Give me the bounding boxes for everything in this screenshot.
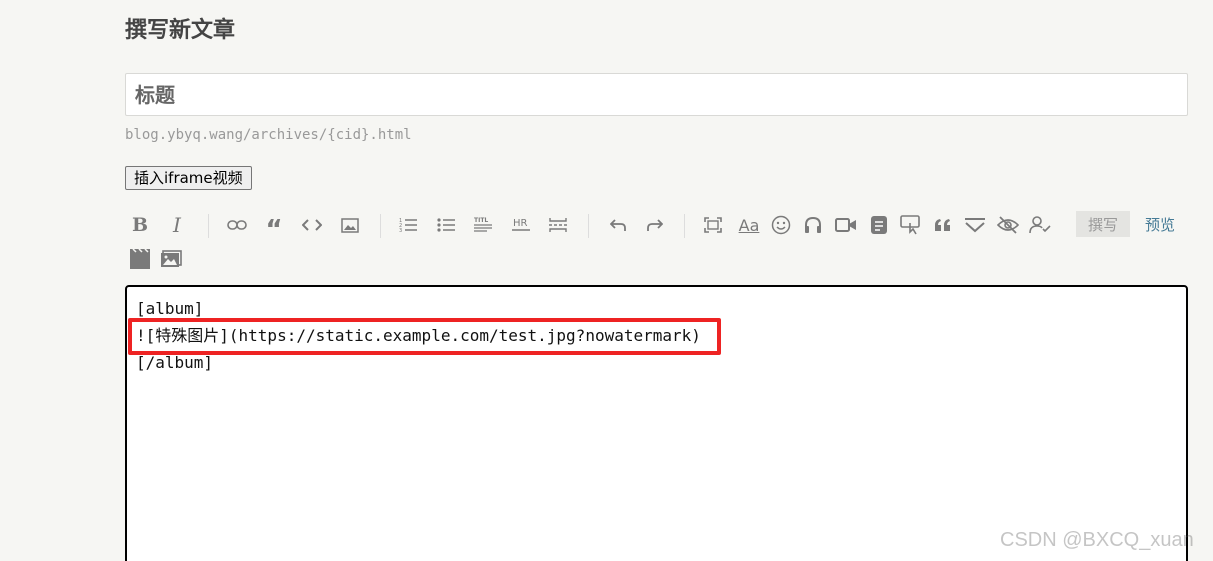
gallery-icon[interactable] — [156, 244, 186, 274]
editor-line: [/album] — [136, 353, 214, 372]
toolbar-separator — [684, 214, 685, 238]
editor-toolbar: B I “ 123 TITL HR Aa 撰写 预览 — [125, 208, 1195, 245]
redo-icon[interactable] — [640, 208, 670, 242]
editor-line: ![特殊图片](https://static.example.com/test.… — [136, 326, 701, 345]
video-icon[interactable] — [831, 208, 861, 242]
more-icon[interactable] — [543, 208, 573, 242]
svg-text:3: 3 — [399, 228, 402, 233]
svg-text:HR: HR — [513, 218, 528, 229]
title-icon[interactable]: TITL — [468, 208, 498, 242]
slug-hint: blog.ybyq.wang/archives/{cid}.html — [125, 127, 412, 143]
watermark: CSDN @BXCQ_xuan — [1000, 529, 1194, 551]
toolbar-separator — [208, 214, 209, 238]
page-title: 撰写新文章 — [125, 18, 236, 43]
hide-icon[interactable] — [993, 208, 1023, 242]
link-icon[interactable] — [222, 208, 252, 242]
bold-icon[interactable]: B — [125, 208, 155, 242]
note-icon[interactable] — [864, 208, 894, 242]
tab-write[interactable]: 撰写 — [1076, 211, 1130, 237]
editor-page: 撰写新文章 blog.ybyq.wang/archives/{cid}.html… — [0, 0, 1213, 561]
insert-iframe-video-button[interactable]: 插入iframe视频 — [125, 166, 252, 190]
title-input[interactable] — [125, 73, 1188, 116]
hr-icon[interactable]: HR — [506, 208, 536, 242]
reply-visible-icon[interactable] — [1025, 208, 1055, 242]
tooltip-icon[interactable] — [896, 208, 926, 242]
album-icon[interactable] — [125, 244, 155, 274]
quote-icon[interactable]: “ — [259, 208, 289, 245]
blockquote-icon[interactable] — [928, 208, 958, 242]
ordered-list-icon[interactable]: 123 — [393, 208, 423, 242]
italic-icon[interactable]: I — [162, 208, 192, 242]
collapse-icon[interactable] — [960, 208, 990, 242]
toolbar-separator — [380, 214, 381, 238]
text-style-icon[interactable]: Aa — [734, 208, 764, 242]
markdown-editor[interactable]: [album] ![特殊图片](https://static.example.c… — [125, 285, 1188, 561]
editor-toolbar-row-2 — [125, 244, 205, 274]
svg-text:TITL: TITL — [474, 217, 488, 224]
unordered-list-icon[interactable] — [431, 208, 461, 242]
editor-line: [album] — [136, 299, 204, 318]
code-icon[interactable] — [297, 208, 327, 242]
emoji-icon[interactable] — [766, 208, 796, 242]
audio-icon[interactable] — [798, 208, 828, 242]
undo-icon[interactable] — [603, 208, 633, 242]
toolbar-separator — [588, 214, 589, 238]
tab-preview[interactable]: 预览 — [1140, 211, 1180, 237]
image-icon[interactable] — [335, 208, 365, 242]
fullscreen-icon[interactable] — [698, 208, 728, 242]
